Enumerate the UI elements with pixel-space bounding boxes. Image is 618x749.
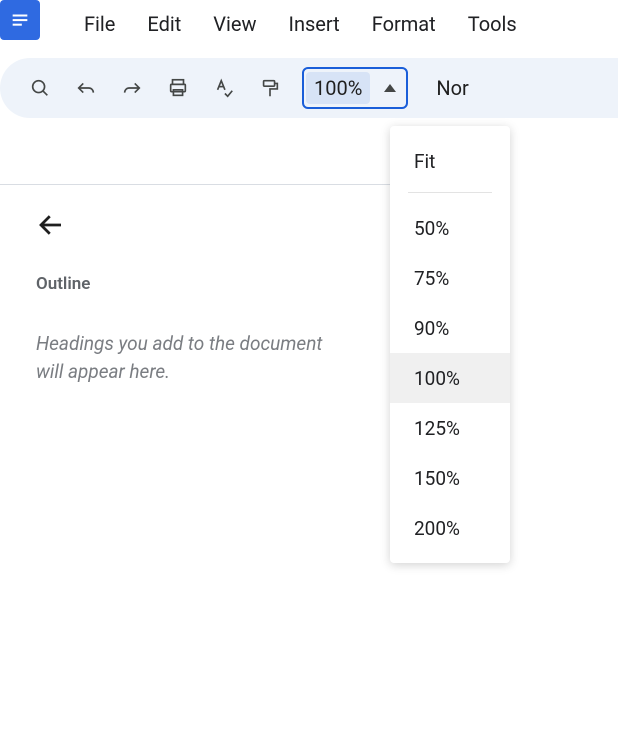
print-icon[interactable] bbox=[158, 68, 198, 108]
outline-title: Outline bbox=[36, 274, 376, 294]
menu-insert[interactable]: Insert bbox=[273, 8, 356, 40]
toolbar: 100% Nor bbox=[0, 58, 618, 118]
zoom-option[interactable]: 50% bbox=[390, 203, 510, 253]
menu-file[interactable]: File bbox=[68, 8, 131, 40]
search-icon[interactable] bbox=[20, 68, 60, 108]
horizontal-divider bbox=[0, 184, 390, 185]
redo-icon[interactable] bbox=[112, 68, 152, 108]
zoom-option[interactable]: 100% bbox=[390, 353, 510, 403]
spellcheck-icon[interactable] bbox=[204, 68, 244, 108]
zoom-option[interactable]: 150% bbox=[390, 453, 510, 503]
docs-app-icon[interactable] bbox=[0, 0, 40, 40]
zoom-dropdown: Fit 50%75%90%100%125%150%200% bbox=[390, 126, 510, 563]
zoom-value: 100% bbox=[306, 72, 370, 104]
menu-view[interactable]: View bbox=[197, 8, 272, 40]
zoom-option[interactable]: 75% bbox=[390, 253, 510, 303]
zoom-option[interactable]: 200% bbox=[390, 503, 510, 553]
back-arrow-icon[interactable] bbox=[36, 210, 72, 246]
zoom-option[interactable]: 125% bbox=[390, 403, 510, 453]
menubar: File Edit View Insert Format Tools bbox=[0, 0, 618, 48]
menu-format[interactable]: Format bbox=[356, 8, 452, 40]
paint-format-icon[interactable] bbox=[250, 68, 290, 108]
outline-pane: Outline Headings you add to the document… bbox=[36, 210, 376, 385]
caret-up-icon bbox=[384, 84, 396, 92]
dropdown-separator bbox=[408, 192, 492, 193]
zoom-option-fit[interactable]: Fit bbox=[390, 136, 510, 186]
menu-tools[interactable]: Tools bbox=[452, 8, 533, 40]
zoom-option[interactable]: 90% bbox=[390, 303, 510, 353]
undo-icon[interactable] bbox=[66, 68, 106, 108]
paragraph-style-label[interactable]: Nor bbox=[436, 76, 468, 100]
zoom-combo[interactable]: 100% bbox=[302, 67, 408, 109]
menu-edit[interactable]: Edit bbox=[131, 8, 197, 40]
outline-placeholder: Headings you add to the document will ap… bbox=[36, 330, 346, 385]
